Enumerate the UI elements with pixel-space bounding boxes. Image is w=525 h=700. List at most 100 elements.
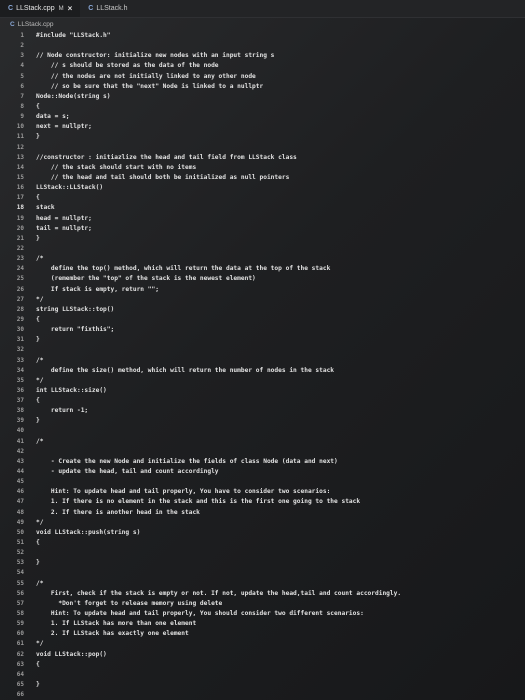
line-code[interactable]: - update the head, tail and count accord… [36,467,219,477]
code-line[interactable]: 52 [0,548,525,558]
line-code[interactable]: */ [36,376,43,386]
code-line[interactable]: 46 Hint: To update head and tail properl… [0,487,525,497]
line-code[interactable]: /* [36,579,43,589]
code-line[interactable]: 1 #include "LLStack.h" [0,31,525,41]
line-code[interactable]: /* [36,356,43,366]
line-code[interactable]: // Node constructor: initialize new node… [36,51,274,61]
tab-llstack-h[interactable]: C LLStack.h [80,0,135,17]
tab-llstack-cpp[interactable]: C LLStack.cpp M × [0,0,81,17]
line-code[interactable]: /* [36,437,43,447]
line-code[interactable]: { [36,538,40,548]
line-code[interactable]: return "fixthis"; [36,325,114,335]
code-line[interactable]: 19 head = nullptr; [0,214,525,224]
line-code[interactable]: // so be sure that the "next" Node is li… [36,82,263,92]
line-code[interactable]: If stack is empty, return ""; [36,285,159,295]
line-code[interactable]: { [36,396,40,406]
line-code[interactable]: Node::Node(string s) [36,92,111,102]
line-code[interactable]: Hint: To update head and tail properly, … [36,487,330,497]
code-line[interactable]: 14 // the stack should start with no ite… [0,163,525,173]
code-line[interactable]: 33 /* [0,356,525,366]
line-code[interactable]: { [36,660,40,670]
code-line[interactable]: 30 return "fixthis"; [0,325,525,335]
code-line[interactable]: 15 // the head and tail should both be i… [0,173,525,183]
line-code[interactable]: // the stack should start with no items [36,163,196,173]
line-code[interactable]: } [36,335,40,345]
code-line[interactable]: 27 */ [0,295,525,305]
line-code[interactable]: (remember the "top" of the stack is the … [36,274,256,284]
code-line[interactable]: 54 [0,568,525,578]
line-code[interactable]: */ [36,518,43,528]
line-code[interactable]: // the head and tail should both be init… [36,173,289,183]
code-line[interactable]: 25 (remember the "top" of the stack is t… [0,274,525,284]
code-line[interactable]: 26 If stack is empty, return ""; [0,285,525,295]
code-line[interactable]: 43 - Create the new Node and initialize … [0,457,525,467]
line-code[interactable]: head = nullptr; [36,214,92,224]
code-line[interactable]: 58 Hint: To update head and tail properl… [0,609,525,619]
code-line[interactable]: 42 [0,447,525,457]
line-code[interactable]: #include "LLStack.h" [36,31,111,41]
code-line[interactable]: 65} [0,680,525,690]
line-code[interactable]: // the nodes are not initially linked to… [36,72,256,82]
code-line[interactable]: 16 LLStack::LLStack() [0,183,525,193]
code-line[interactable]: 41 /* [0,437,525,447]
line-code[interactable]: data = s; [36,112,70,122]
breadcrumb-file[interactable]: LLStack.cpp [18,21,54,28]
code-line[interactable]: 56 First, check if the stack is empty or… [0,589,525,599]
line-code[interactable]: 2. If there is another head in the stack [36,508,200,518]
line-code[interactable]: First, check if the stack is empty or no… [36,589,401,599]
code-line[interactable]: 4 // s should be stored as the data of t… [0,61,525,71]
code-line[interactable]: 64 [0,670,525,680]
line-code[interactable]: 1. If there is no element in the stack a… [36,497,360,507]
line-code[interactable]: } [36,558,40,568]
code-line[interactable]: 53} [0,558,525,568]
code-line[interactable]: 62 void LLStack::pop() [0,650,525,660]
line-code[interactable]: */ [36,639,43,649]
code-line[interactable]: 63 { [0,660,525,670]
code-line[interactable]: 7 Node::Node(string s) [0,92,525,102]
line-code[interactable]: /* [36,254,43,264]
code-line[interactable]: 40 [0,426,525,436]
line-code[interactable]: return -1; [36,406,88,416]
line-code[interactable]: - Create the new Node and initialize the… [36,457,338,467]
line-code[interactable]: LLStack::LLStack() [36,183,103,193]
code-line[interactable]: 21} [0,234,525,244]
line-code[interactable]: tail = nullptr; [36,224,92,234]
line-code[interactable]: //constructor : initiazlize the head and… [36,153,297,163]
code-line[interactable]: 24 define the top() method, which will r… [0,264,525,274]
close-tab-icon[interactable]: × [68,4,73,13]
code-line[interactable]: 44 - update the head, tail and count acc… [0,467,525,477]
code-line[interactable]: 22 [0,244,525,254]
line-code[interactable]: */ [36,295,43,305]
line-code[interactable]: 2. If LLStack has exactly one element [36,629,189,639]
code-line[interactable]: 59 1. If LLStack has more than one eleme… [0,619,525,629]
code-line[interactable]: 47 1. If there is no element in the stac… [0,497,525,507]
code-line[interactable]: 38 return -1; [0,406,525,416]
code-line[interactable]: 9 data = s; [0,112,525,122]
code-line[interactable]: 48 2. If there is another head in the st… [0,508,525,518]
code-line[interactable]: 6 // so be sure that the "next" Node is … [0,82,525,92]
line-code[interactable]: string LLStack::top() [36,305,114,315]
code-line[interactable]: 31} [0,335,525,345]
line-code[interactable]: { [36,315,40,325]
code-line[interactable]: 35 */ [0,376,525,386]
code-line[interactable]: 11} [0,132,525,142]
code-area[interactable]: 1 #include "LLStack.h" 2 3// Node construct… [0,31,525,700]
line-code[interactable]: } [36,680,40,690]
code-line[interactable]: 50 void LLStack::push(string s) [0,528,525,538]
code-line[interactable]: 29 { [0,315,525,325]
code-line[interactable]: 60 2. If LLStack has exactly one element [0,629,525,639]
line-code[interactable]: Hint: To update head and tail properly, … [36,609,364,619]
code-line[interactable]: 10 next = nullptr; [0,122,525,132]
code-line[interactable]: 28 string LLStack::top() [0,305,525,315]
code-line[interactable]: 23 /* [0,254,525,264]
code-line[interactable]: 5 // the nodes are not initially linked … [0,72,525,82]
line-code[interactable]: { [36,193,40,203]
code-line[interactable]: 45 [0,477,525,487]
code-line[interactable]: 13 //constructor : initiazlize the head a… [0,153,525,163]
code-line[interactable]: 49 */ [0,518,525,528]
code-line[interactable]: 37 { [0,396,525,406]
code-line[interactable]: 17 { [0,193,525,203]
code-line[interactable]: 57 *Don't forget to release memory using… [0,599,525,609]
line-code[interactable]: 1. If LLStack has more than one element [36,619,196,629]
code-line[interactable]: 18 stack [0,203,525,213]
